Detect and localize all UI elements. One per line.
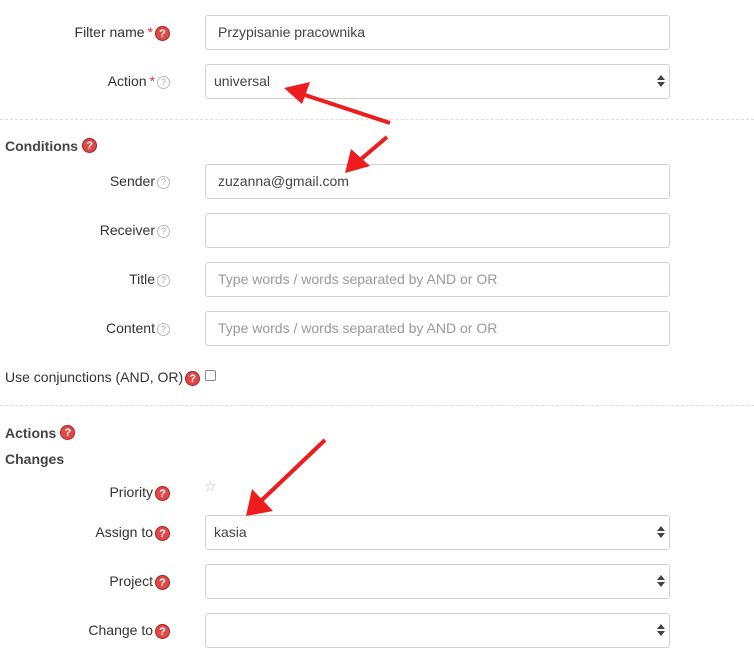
help-icon[interactable]: ? xyxy=(155,25,170,41)
conditions-heading: Conditions? xyxy=(5,138,98,154)
use-conjunctions-checkbox[interactable] xyxy=(205,370,216,381)
sender-label: Sender? xyxy=(110,173,170,189)
action-select-value: universal xyxy=(214,73,271,89)
required-mark: * xyxy=(147,24,153,40)
content-input[interactable]: Type words / words separated by AND or O… xyxy=(205,311,670,346)
section-divider xyxy=(0,405,754,406)
change-to-select[interactable] xyxy=(205,613,670,648)
help-icon[interactable]: ? xyxy=(60,425,76,440)
use-conjunctions-label: Use conjunctions (AND, OR)? xyxy=(5,369,201,386)
receiver-input[interactable] xyxy=(205,213,670,248)
help-icon[interactable]: ? xyxy=(82,138,98,153)
required-mark: * xyxy=(149,73,155,89)
receiver-label: Receiver? xyxy=(100,222,170,238)
select-caret-icon xyxy=(657,623,665,637)
priority-label: Priority? xyxy=(109,484,170,501)
help-icon[interactable]: ? xyxy=(157,75,170,89)
help-icon[interactable]: ? xyxy=(157,224,170,238)
filter-name-label: Filter name *? xyxy=(75,24,170,41)
select-caret-icon xyxy=(657,74,665,88)
help-icon[interactable]: ? xyxy=(155,623,170,639)
help-icon[interactable]: ? xyxy=(185,370,201,386)
assign-to-select-value: kasia xyxy=(214,524,247,540)
filter-name-input[interactable]: Przypisanie pracownika xyxy=(205,15,670,50)
project-label: Project? xyxy=(109,573,170,590)
help-icon[interactable]: ? xyxy=(155,485,170,501)
help-icon[interactable]: ? xyxy=(157,273,170,287)
help-icon[interactable]: ? xyxy=(155,574,170,590)
star-outline-icon[interactable]: ☆ xyxy=(204,478,217,495)
action-select[interactable]: universal xyxy=(205,64,670,99)
section-divider xyxy=(0,119,754,120)
annotation-arrow xyxy=(246,438,327,516)
sender-input[interactable]: zuzanna@gmail.com xyxy=(205,164,670,199)
actions-heading: Actions? xyxy=(5,425,76,441)
changes-heading: Changes xyxy=(5,451,65,467)
assign-to-select[interactable]: kasia xyxy=(205,515,670,550)
content-label: Content? xyxy=(106,320,170,336)
select-caret-icon xyxy=(657,525,665,539)
change-to-label: Change to? xyxy=(88,622,170,639)
select-caret-icon xyxy=(657,574,665,588)
help-icon[interactable]: ? xyxy=(157,322,170,336)
help-icon[interactable]: ? xyxy=(155,525,170,541)
title-label: Title? xyxy=(129,271,170,287)
project-select[interactable] xyxy=(205,564,670,599)
assign-to-label: Assign to? xyxy=(95,524,170,541)
help-icon[interactable]: ? xyxy=(157,175,170,189)
title-input[interactable]: Type words / words separated by AND or O… xyxy=(205,262,670,297)
action-label: Action *? xyxy=(108,73,170,89)
